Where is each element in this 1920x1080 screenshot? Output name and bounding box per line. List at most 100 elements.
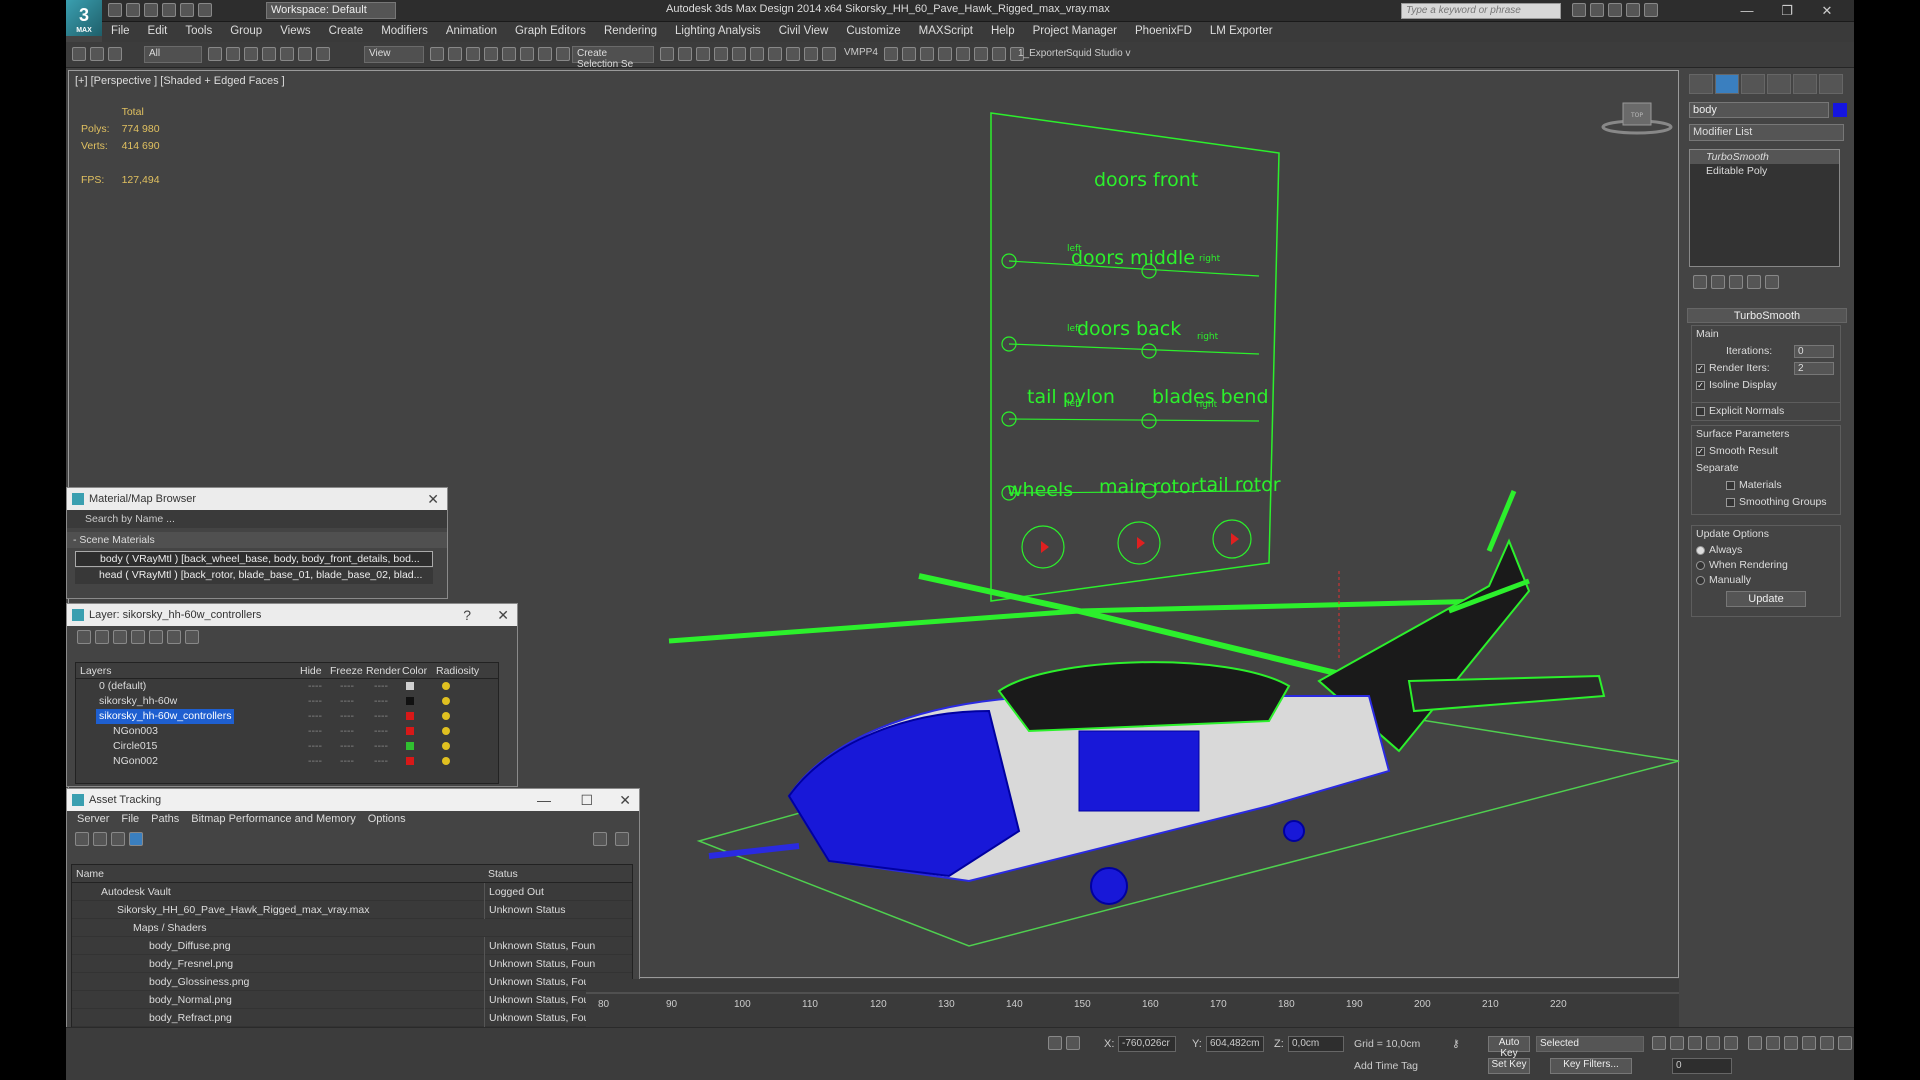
light-icon[interactable] bbox=[920, 47, 934, 61]
current-frame-field[interactable]: 0 bbox=[1672, 1058, 1732, 1074]
col-render[interactable]: Render bbox=[366, 663, 400, 679]
asset-row[interactable]: body_Glossiness.png Unknown Status, Foun bbox=[72, 973, 632, 991]
pivot-icon[interactable] bbox=[430, 47, 444, 61]
radiosity-icon[interactable] bbox=[442, 757, 450, 765]
maximize-viewport-icon[interactable] bbox=[1838, 1036, 1852, 1050]
render-icon[interactable] bbox=[822, 47, 836, 61]
vmpp-label[interactable]: VMPP4 bbox=[844, 47, 878, 58]
exporter-label[interactable]: 1_Exporter bbox=[1018, 48, 1067, 59]
delete-layer-icon[interactable] bbox=[95, 630, 109, 644]
search-input[interactable]: Type a keyword or phrase bbox=[1401, 3, 1561, 19]
selection-filter-dropdown[interactable]: All bbox=[144, 46, 202, 63]
layer-color-swatch[interactable] bbox=[406, 682, 414, 690]
maximize-icon[interactable]: ☐ bbox=[580, 789, 593, 811]
edit-named-selection-icon[interactable] bbox=[556, 47, 570, 61]
layer-row[interactable]: sikorsky_hh-60w_controllers ---- ---- ---- bbox=[76, 709, 498, 724]
set-key-button[interactable]: Set Key bbox=[1488, 1058, 1530, 1074]
layer-dialog-titlebar[interactable]: Layer: sikorsky_hh-60w_controllers? ✕ bbox=[67, 604, 517, 626]
layer-toggle[interactable]: ---- bbox=[340, 754, 354, 769]
graphite-icon[interactable] bbox=[714, 47, 728, 61]
track-bar[interactable]: 80 90 100 110 120 130 140 150 160 170 180 190 200 210… bbox=[586, 979, 1679, 1027]
manually-radio[interactable] bbox=[1696, 575, 1705, 585]
binoculars-icon[interactable] bbox=[1572, 3, 1586, 17]
layer-name[interactable]: sikorsky_hh-60w_controllers bbox=[96, 709, 235, 724]
goto-start-icon[interactable] bbox=[1652, 1036, 1666, 1050]
save-icon[interactable] bbox=[144, 3, 158, 17]
layer-toggle[interactable]: ---- bbox=[340, 679, 354, 694]
radiosity-icon[interactable] bbox=[442, 712, 450, 720]
mirror-icon[interactable] bbox=[660, 47, 674, 61]
help-icon[interactable] bbox=[593, 832, 607, 846]
add-to-layer-icon[interactable] bbox=[113, 630, 127, 644]
menu-customize[interactable]: Customize bbox=[837, 22, 909, 37]
keyboard-shortcut-icon[interactable] bbox=[466, 47, 480, 61]
next-frame-icon[interactable] bbox=[1706, 1036, 1720, 1050]
isoline-checkbox[interactable]: ✓ bbox=[1696, 380, 1705, 390]
layer-toggle[interactable]: ---- bbox=[340, 724, 354, 739]
tree-view-icon[interactable] bbox=[111, 832, 125, 846]
menu-help[interactable]: Help bbox=[982, 22, 1024, 37]
asset-row[interactable]: Sikorsky_HH_60_Pave_Hawk_Rigged_max_vray… bbox=[72, 901, 632, 919]
display-tab-icon[interactable] bbox=[1793, 74, 1817, 94]
render-iters-spinner[interactable]: 2 bbox=[1794, 362, 1834, 375]
object-color-swatch[interactable] bbox=[1833, 103, 1847, 117]
squid-label[interactable]: Squid Studio v bbox=[1066, 48, 1131, 59]
stack-item-turbosmooth[interactable]: TurboSmooth bbox=[1690, 150, 1839, 164]
turbosmooth-rollout-header[interactable]: TurboSmooth bbox=[1687, 308, 1847, 323]
modifier-list-dropdown[interactable]: Modifier List bbox=[1689, 124, 1844, 141]
menu-tools[interactable]: Tools bbox=[176, 22, 221, 37]
layer-row[interactable]: Circle015 ---- ---- ---- bbox=[76, 739, 498, 754]
y-coordinate-field[interactable]: 604,482cm bbox=[1206, 1036, 1264, 1052]
select-link-icon[interactable] bbox=[72, 47, 86, 61]
layer-toggle[interactable]: ---- bbox=[308, 694, 322, 709]
utilities-tab-icon[interactable] bbox=[1819, 74, 1843, 94]
table-view-icon[interactable] bbox=[129, 832, 143, 846]
asset-menu-file[interactable]: File bbox=[121, 813, 139, 825]
smoothing-groups-checkbox[interactable] bbox=[1726, 497, 1735, 507]
open-file-icon[interactable] bbox=[126, 3, 140, 17]
move-icon[interactable] bbox=[280, 47, 294, 61]
prev-frame-icon[interactable] bbox=[1670, 1036, 1684, 1050]
minimize-icon[interactable]: — bbox=[537, 789, 551, 811]
viewport-icon[interactable] bbox=[956, 47, 970, 61]
absolute-mode-icon[interactable] bbox=[1066, 1036, 1080, 1050]
goto-end-icon[interactable] bbox=[1724, 1036, 1738, 1050]
add-time-tag-button[interactable]: Add Time Tag bbox=[1354, 1060, 1418, 1072]
update-button[interactable]: Update bbox=[1726, 591, 1806, 607]
auto-key-button[interactable]: Auto Key bbox=[1488, 1036, 1530, 1059]
freeze-all-icon[interactable] bbox=[185, 630, 199, 644]
zoom-extents-icon[interactable] bbox=[1784, 1036, 1798, 1050]
key-filters-button[interactable]: Key Filters... bbox=[1550, 1058, 1632, 1074]
help-icon[interactable] bbox=[1644, 3, 1658, 17]
asset-menu-server[interactable]: Server bbox=[77, 813, 109, 825]
z-coordinate-field[interactable]: 0,0cm bbox=[1288, 1036, 1344, 1052]
layer-name[interactable]: Circle015 bbox=[110, 739, 160, 754]
workspace-dropdown[interactable]: Workspace: Default bbox=[266, 2, 396, 19]
layer-name[interactable]: sikorsky_hh-60w bbox=[96, 694, 180, 709]
pan-icon[interactable] bbox=[1802, 1036, 1816, 1050]
radiosity-icon[interactable] bbox=[442, 682, 450, 690]
layer-color-swatch[interactable] bbox=[406, 697, 414, 705]
col-radiosity[interactable]: Radiosity bbox=[436, 663, 479, 679]
material-item-body[interactable]: body ( VRayMtl ) [back_wheel_base, body,… bbox=[75, 551, 433, 567]
layer-toggle[interactable]: ---- bbox=[308, 739, 322, 754]
layer-toggle[interactable]: ---- bbox=[374, 679, 388, 694]
layer-toggle[interactable]: ---- bbox=[340, 739, 354, 754]
explicit-normals-checkbox[interactable] bbox=[1696, 406, 1705, 416]
key-selection-dropdown[interactable]: Selected bbox=[1536, 1036, 1644, 1052]
col-name[interactable]: Name bbox=[76, 865, 104, 883]
layer-toggle[interactable]: ---- bbox=[308, 754, 322, 769]
menu-modifiers[interactable]: Modifiers bbox=[372, 22, 437, 37]
grid-icon[interactable] bbox=[938, 47, 952, 61]
layer-name[interactable]: NGon002 bbox=[110, 754, 161, 769]
rendered-frame-icon[interactable] bbox=[804, 47, 818, 61]
layer-row[interactable]: sikorsky_hh-60w ---- ---- ---- bbox=[76, 694, 498, 709]
bind-space-warp-icon[interactable] bbox=[108, 47, 122, 61]
menu-lm-exporter[interactable]: LM Exporter bbox=[1201, 22, 1282, 37]
layer-toggle[interactable]: ---- bbox=[374, 754, 388, 769]
layer-toggle[interactable]: ---- bbox=[374, 709, 388, 724]
asset-tracking-titlebar[interactable]: Asset Tracking — ☐ ✕ bbox=[67, 789, 639, 811]
menu-lighting-analysis[interactable]: Lighting Analysis bbox=[666, 22, 770, 37]
menu-animation[interactable]: Animation bbox=[437, 22, 506, 37]
remove-modifier-icon[interactable] bbox=[1747, 275, 1761, 289]
